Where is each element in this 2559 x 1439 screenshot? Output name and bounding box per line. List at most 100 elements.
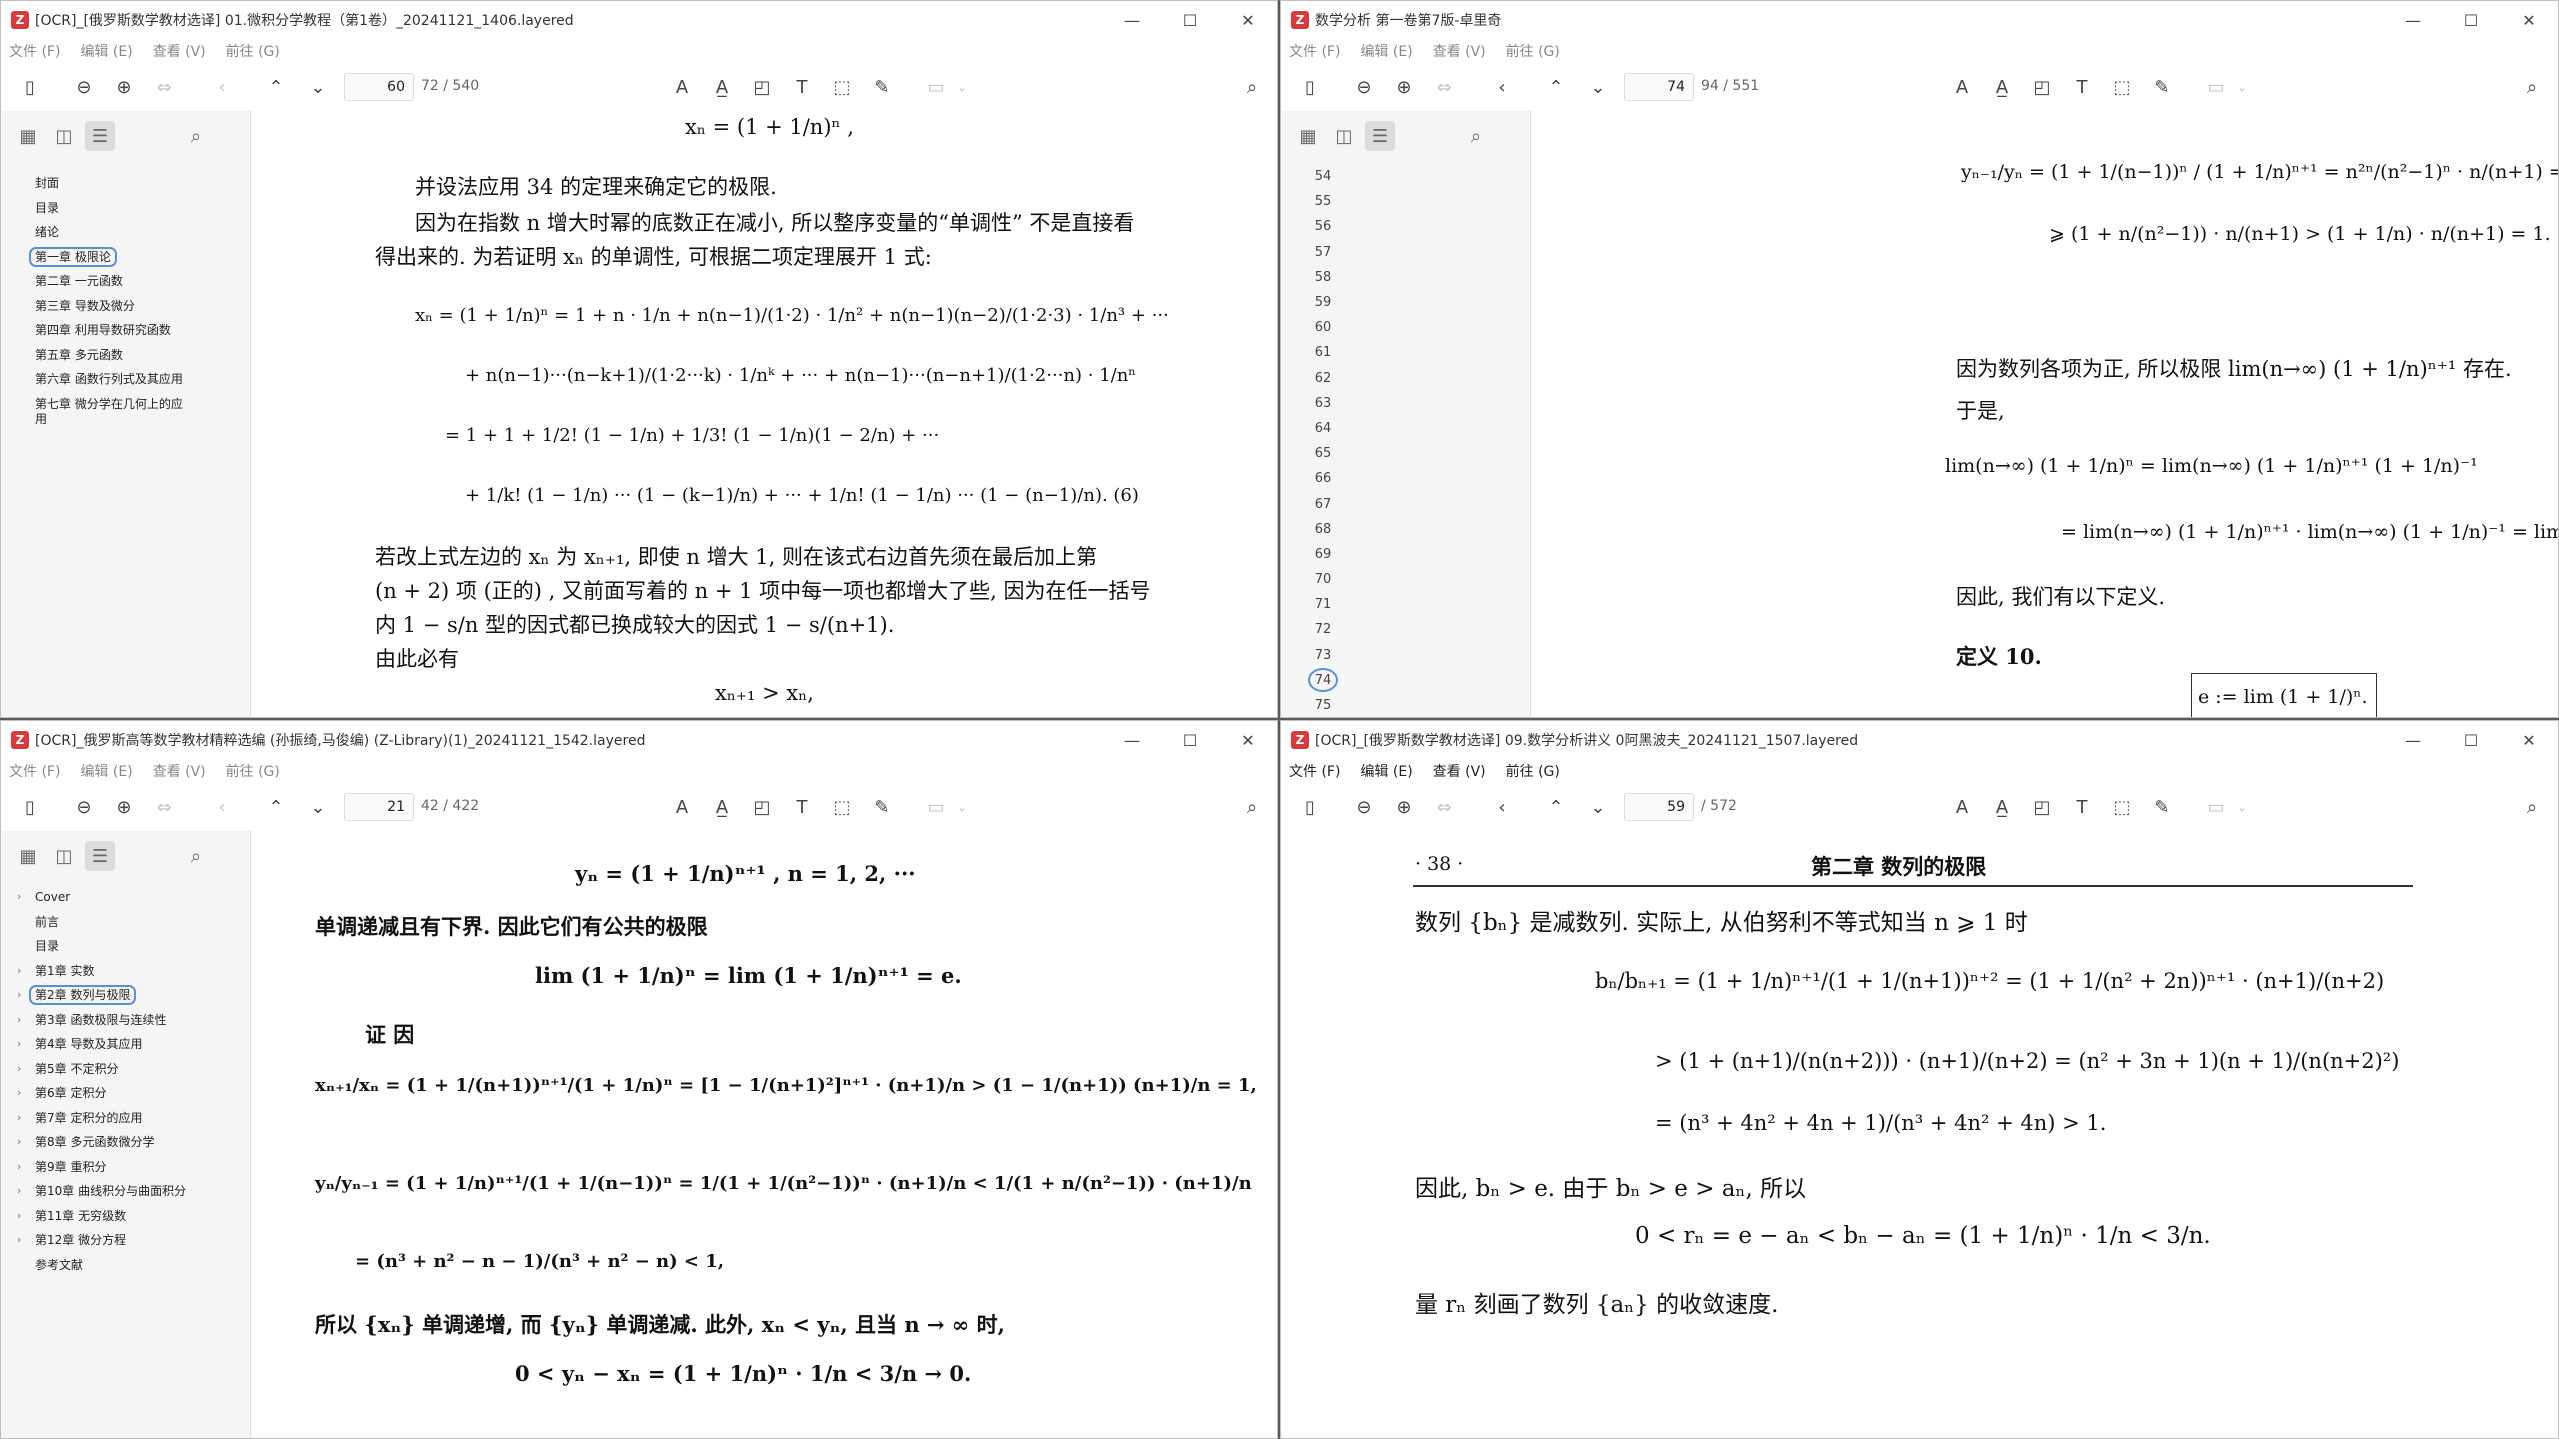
- prev-page-icon[interactable]: ⌃: [261, 783, 291, 831]
- menu-view[interactable]: 查看 (V): [1433, 41, 1486, 61]
- fit-width-icon[interactable]: ⇔: [149, 783, 179, 831]
- maximize-button[interactable]: ☐: [2442, 1, 2500, 39]
- search-icon[interactable]: ⌕: [1237, 783, 1267, 831]
- menu-edit[interactable]: 编辑 (E): [1360, 41, 1412, 61]
- note-icon[interactable]: ◰: [2027, 783, 2057, 831]
- outline-item[interactable]: › 第6章 定积分: [17, 1081, 250, 1106]
- outline-item-selected[interactable]: › 第2章 数列与极限: [17, 983, 250, 1008]
- fit-width-icon[interactable]: ⇔: [1429, 783, 1459, 831]
- page-entry[interactable]: 59: [1281, 290, 1365, 315]
- page-entry[interactable]: 62: [1281, 366, 1365, 391]
- minimize-button[interactable]: —: [1103, 721, 1161, 759]
- chevron-down-icon[interactable]: ⌄: [2227, 783, 2257, 831]
- chevron-right-icon[interactable]: ›: [17, 1057, 21, 1082]
- outline-item[interactable]: › 第10章 曲线积分与曲面积分: [17, 1179, 250, 1204]
- sidebar-search-icon[interactable]: ⌕: [181, 121, 211, 151]
- back-icon[interactable]: ‹: [1487, 783, 1517, 831]
- ink-icon[interactable]: ✎: [2147, 63, 2177, 111]
- highlight-icon[interactable]: A̲: [707, 63, 737, 111]
- document-view[interactable]: yₙ₋₁/yₙ = (1 + 1/(n−1))ⁿ / (1 + 1/n)ⁿ⁺¹ …: [1531, 111, 2558, 717]
- outline-item[interactable]: › Cover: [17, 885, 250, 910]
- page-entry[interactable]: 67: [1281, 491, 1365, 516]
- page-entry[interactable]: 70: [1281, 567, 1365, 592]
- page-entry[interactable]: 73: [1281, 643, 1365, 668]
- page-entry[interactable]: 72: [1281, 617, 1365, 642]
- chevron-down-icon[interactable]: ⌄: [947, 783, 977, 831]
- outline-item[interactable]: 第五章 多元函数: [35, 343, 250, 368]
- menu-view[interactable]: 查看 (V): [153, 41, 206, 61]
- highlight-icon[interactable]: A̲: [1987, 63, 2017, 111]
- chevron-right-icon[interactable]: ›: [17, 1032, 21, 1057]
- highlight-icon[interactable]: A̲: [1987, 783, 2017, 831]
- outline-item[interactable]: 第四章 利用导数研究函数: [35, 318, 250, 343]
- sidebar-search-icon[interactable]: ⌕: [181, 841, 211, 871]
- menu-file[interactable]: 文件 (F): [1289, 761, 1340, 781]
- maximize-button[interactable]: ☐: [2442, 721, 2500, 759]
- menu-file[interactable]: 文件 (F): [9, 761, 60, 781]
- text-tool-icon[interactable]: T: [2067, 783, 2097, 831]
- page-entry[interactable]: 55: [1281, 189, 1365, 214]
- region-select-icon[interactable]: ⬚: [2107, 783, 2137, 831]
- search-icon[interactable]: ⌕: [2517, 63, 2547, 111]
- page-entry[interactable]: 71: [1281, 592, 1365, 617]
- page-number-input[interactable]: 59: [1624, 793, 1694, 821]
- ink-icon[interactable]: ✎: [2147, 783, 2177, 831]
- back-icon[interactable]: ‹: [207, 63, 237, 111]
- outline-item[interactable]: 目录: [35, 934, 250, 959]
- outline-item[interactable]: › 第9章 重积分: [17, 1155, 250, 1180]
- minimize-button[interactable]: —: [2384, 1, 2442, 39]
- next-page-icon[interactable]: ⌄: [1583, 63, 1613, 111]
- chevron-down-icon[interactable]: ⌄: [2227, 63, 2257, 111]
- document-view[interactable]: · 38 · 第二章 数列的极限 数列 {bₙ} 是减数列. 实际上, 从伯努利…: [1281, 831, 2558, 1438]
- page-entry[interactable]: 57: [1281, 240, 1365, 265]
- close-button[interactable]: ✕: [1219, 721, 1277, 759]
- outline-icon[interactable]: ☰: [85, 841, 115, 871]
- outline-item[interactable]: 第三章 导数及微分: [35, 294, 250, 319]
- text-tool-icon[interactable]: T: [2067, 63, 2097, 111]
- prev-page-icon[interactable]: ⌃: [1541, 783, 1571, 831]
- page-number-input[interactable]: 60: [344, 73, 414, 101]
- chevron-right-icon[interactable]: ›: [17, 1204, 21, 1229]
- thumbnails-icon[interactable]: ▦: [1293, 121, 1323, 151]
- chevron-right-icon[interactable]: ›: [17, 1130, 21, 1155]
- search-icon[interactable]: ⌕: [1237, 63, 1267, 111]
- outline-item[interactable]: 参考文献: [35, 1253, 250, 1278]
- prev-page-icon[interactable]: ⌃: [261, 63, 291, 111]
- outline-item[interactable]: › 第12章 微分方程: [17, 1228, 250, 1253]
- chevron-right-icon[interactable]: ›: [17, 1008, 21, 1033]
- zoom-out-icon[interactable]: ⊖: [1349, 783, 1379, 831]
- search-icon[interactable]: ⌕: [2517, 783, 2547, 831]
- page-entry[interactable]: 56: [1281, 214, 1365, 239]
- zoom-in-icon[interactable]: ⊕: [109, 63, 139, 111]
- outline-item[interactable]: 第六章 函数行列式及其应用: [35, 367, 250, 392]
- zoom-out-icon[interactable]: ⊖: [69, 63, 99, 111]
- zoom-in-icon[interactable]: ⊕: [1389, 63, 1419, 111]
- sidebar-toggle-icon[interactable]: ▯: [1295, 63, 1325, 111]
- sidebar-toggle-icon[interactable]: ▯: [15, 63, 45, 111]
- text-select-icon[interactable]: A: [667, 63, 697, 111]
- region-select-icon[interactable]: ⬚: [2107, 63, 2137, 111]
- chevron-right-icon[interactable]: ›: [17, 885, 21, 910]
- fit-width-icon[interactable]: ⇔: [149, 63, 179, 111]
- menu-edit[interactable]: 编辑 (E): [80, 41, 132, 61]
- menu-go[interactable]: 前往 (G): [226, 761, 280, 781]
- next-page-icon[interactable]: ⌄: [303, 63, 333, 111]
- page-entry[interactable]: 65: [1281, 441, 1365, 466]
- next-page-icon[interactable]: ⌄: [1583, 783, 1613, 831]
- note-icon[interactable]: ◰: [747, 783, 777, 831]
- close-button[interactable]: ✕: [2500, 1, 2558, 39]
- menu-file[interactable]: 文件 (F): [1289, 41, 1340, 61]
- text-select-icon[interactable]: A: [667, 783, 697, 831]
- title-bar[interactable]: Z [OCR]_[俄罗斯数学教材选译] 09.数学分析讲义 0阿黑波夫_2024…: [1281, 721, 2558, 759]
- page-entry-selected[interactable]: 74: [1281, 668, 1365, 693]
- sidebar-search-icon[interactable]: ⌕: [1461, 121, 1491, 151]
- outline-item-selected[interactable]: 第一章 极限论: [29, 245, 250, 270]
- menu-view[interactable]: 查看 (V): [153, 761, 206, 781]
- title-bar[interactable]: Z [OCR]_俄罗斯高等数学教材精粹选编 (孙振绮,马俊编) (Z-Libra…: [1, 721, 1277, 759]
- note-icon[interactable]: ◰: [2027, 63, 2057, 111]
- maximize-button[interactable]: ☐: [1161, 721, 1219, 759]
- chevron-right-icon[interactable]: ›: [17, 1228, 21, 1253]
- page-entry[interactable]: 54: [1281, 164, 1365, 189]
- chevron-right-icon[interactable]: ›: [17, 1155, 21, 1180]
- zoom-in-icon[interactable]: ⊕: [1389, 783, 1419, 831]
